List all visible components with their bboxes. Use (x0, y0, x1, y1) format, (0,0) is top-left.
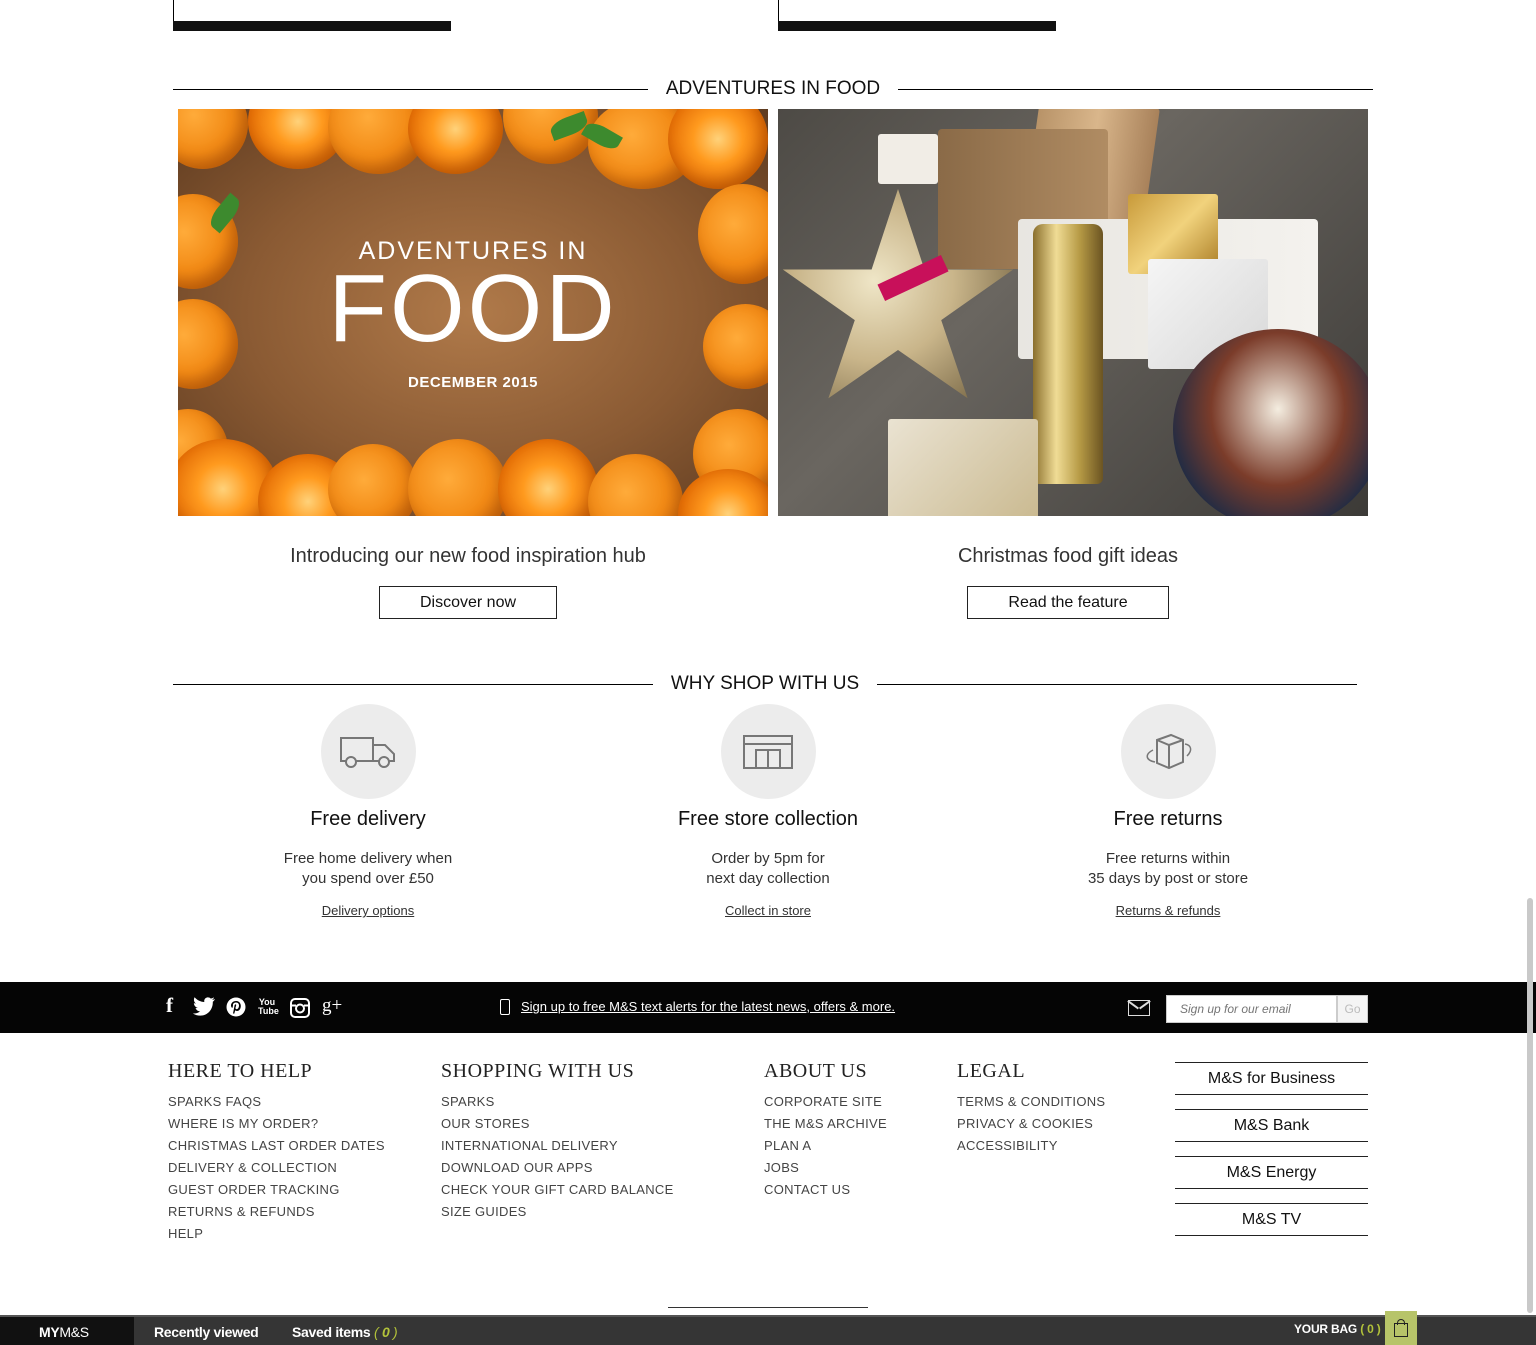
footer-link[interactable]: DELIVERY & COLLECTION (168, 1157, 385, 1179)
free-delivery-text: Free home delivery when you spend over £… (208, 849, 528, 889)
footer-link[interactable]: CONTACT US (764, 1179, 887, 1201)
free-returns-title: Free returns (1113, 808, 1223, 830)
footer-link[interactable]: WHERE IS MY ORDER? (168, 1113, 385, 1135)
hero-date: DECEMBER 2015 (408, 374, 538, 391)
youtube-icon[interactable]: You Tube (258, 998, 279, 1016)
bag-count: ( 0 ) (1357, 1322, 1381, 1336)
free-store-collection-text-line1: Order by 5pm for (711, 850, 825, 867)
free-returns-text: Free returns within 35 days by post or s… (1008, 849, 1328, 889)
footer-link[interactable]: SPARKS (441, 1091, 674, 1113)
christmas-food-gifts-image[interactable] (778, 109, 1368, 516)
store-icon (720, 704, 816, 799)
footer-col-legal: LEGAL TERMS & CONDITIONS PRIVACY & COOKI… (957, 1060, 1105, 1157)
footer-heading-legal: LEGAL (957, 1060, 1026, 1082)
discover-now-button[interactable]: Discover now (379, 586, 557, 619)
free-delivery-text-line1: Free home delivery when (283, 850, 453, 867)
free-returns-text-line2: 35 days by post or store (1087, 870, 1249, 887)
free-delivery-block: Free delivery Free home delivery when yo… (208, 704, 528, 920)
ms-energy-link[interactable]: M&S Energy (1175, 1156, 1368, 1189)
google-plus-icon[interactable]: g+ (322, 996, 342, 1016)
footer-col-here-to-help: HERE TO HELP SPARKS FAQS WHERE IS MY ORD… (168, 1060, 385, 1245)
instagram-icon[interactable] (290, 998, 310, 1023)
gift-ideas-caption: Christmas food gift ideas (957, 545, 1179, 567)
why-shop-section-heading: WHY SHOP WITH US (173, 673, 1357, 697)
saved-items-label: Saved items (292, 1324, 371, 1340)
footer-link[interactable]: THE M&S ARCHIVE (764, 1113, 887, 1135)
footer-col-shopping-with-us: SHOPPING WITH US SPARKS OUR STORES INTER… (441, 1060, 674, 1223)
recently-viewed-link[interactable]: Recently viewed (154, 1324, 259, 1340)
previous-promo-fragment-left (173, 0, 451, 31)
adventures-in-food-image[interactable]: ADVENTURES IN FOOD DECEMBER 2015 (178, 109, 768, 516)
footer-link[interactable]: HELP (168, 1223, 385, 1245)
envelope-icon (1128, 1000, 1150, 1016)
page-scrollbar[interactable] (1527, 898, 1533, 1313)
email-go-button[interactable]: Go (1337, 995, 1368, 1023)
adventures-heading-text: ADVENTURES IN FOOD (647, 78, 899, 99)
adventures-section-heading: ADVENTURES IN FOOD (173, 78, 1373, 102)
delivery-van-icon (320, 704, 416, 799)
footer-heading-about: ABOUT US (764, 1060, 868, 1082)
ms-tv-link[interactable]: M&S TV (1175, 1203, 1368, 1236)
returns-box-icon (1120, 704, 1216, 799)
my-ms-prefix: MY (39, 1324, 60, 1340)
shopping-bag-icon[interactable] (1385, 1311, 1417, 1345)
footer-link[interactable]: TERMS & CONDITIONS (957, 1091, 1105, 1113)
footer-link[interactable]: ACCESSIBILITY (957, 1135, 1105, 1157)
food-hub-caption: Introducing our new food inspiration hub (290, 545, 646, 567)
pinterest-icon[interactable] (226, 997, 246, 1022)
footer-link[interactable]: SIZE GUIDES (441, 1201, 674, 1223)
my-ms-button[interactable]: MYM&S (0, 1317, 134, 1345)
footer-link[interactable]: JOBS (764, 1157, 887, 1179)
free-delivery-text-line2: you spend over £50 (302, 870, 434, 887)
free-delivery-title: Free delivery (310, 808, 426, 830)
email-signup-input[interactable] (1166, 995, 1337, 1023)
footer-link[interactable]: GUEST ORDER TRACKING (168, 1179, 385, 1201)
footer-heading-help: HERE TO HELP (168, 1060, 313, 1082)
ms-bank-link[interactable]: M&S Bank (1175, 1109, 1368, 1142)
my-ms-brand: M&S (59, 1324, 89, 1340)
footer-link[interactable]: CHRISTMAS LAST ORDER DATES (168, 1135, 385, 1157)
why-shop-heading-text: WHY SHOP WITH US (652, 673, 878, 694)
hero-title-big: FOOD (328, 255, 618, 362)
free-returns-text-line1: Free returns within (1105, 850, 1231, 867)
returns-refunds-link[interactable]: Returns & refunds (1116, 903, 1221, 918)
mobile-phone-icon (500, 999, 510, 1015)
your-bag-link[interactable]: YOUR BAG ( 0 ) (1294, 1322, 1381, 1336)
footer-divider (668, 1307, 868, 1308)
free-returns-block: Free returns Free returns within 35 days… (1008, 704, 1328, 920)
ms-for-business-link[interactable]: M&S for Business (1175, 1062, 1368, 1095)
free-store-collection-title: Free store collection (677, 808, 859, 830)
footer-link[interactable]: PRIVACY & COOKIES (957, 1113, 1105, 1135)
sticky-bottom-bar: MYM&S Recently viewed Saved items ( 0 ) … (0, 1311, 1536, 1345)
sms-alerts-text: Sign up to free M&S text alerts for the … (521, 999, 896, 1014)
free-store-collection-text: Order by 5pm for next day collection (608, 849, 928, 889)
delivery-options-link[interactable]: Delivery options (322, 903, 415, 918)
footer-link[interactable]: SPARKS FAQS (168, 1091, 385, 1113)
twitter-icon[interactable] (192, 996, 216, 1021)
collect-in-store-link[interactable]: Collect in store (725, 903, 811, 918)
free-store-collection-block: Free store collection Order by 5pm for n… (608, 704, 928, 920)
sms-alerts-link[interactable]: Sign up to free M&S text alerts for the … (500, 999, 895, 1015)
footer-link[interactable]: CHECK YOUR GIFT CARD BALANCE (441, 1179, 674, 1201)
footer-link[interactable]: CORPORATE SITE (764, 1091, 887, 1113)
footer-col-about-us: ABOUT US CORPORATE SITE THE M&S ARCHIVE … (764, 1060, 887, 1201)
footer-link[interactable]: INTERNATIONAL DELIVERY (441, 1135, 674, 1157)
facebook-icon[interactable]: f (166, 995, 173, 1016)
saved-items-count: ( 0 ) (374, 1324, 398, 1340)
previous-promo-fragment-right (778, 0, 1056, 31)
read-the-feature-button[interactable]: Read the feature (967, 586, 1169, 619)
footer-link[interactable]: RETURNS & REFUNDS (168, 1201, 385, 1223)
footer-link[interactable]: OUR STORES (441, 1113, 674, 1135)
social-bar: f You Tube g+ Sign up to free M&S text a… (0, 982, 1536, 1033)
footer-link[interactable]: PLAN A (764, 1135, 887, 1157)
footer-heading-shopping: SHOPPING WITH US (441, 1060, 635, 1082)
your-bag-label: YOUR BAG (1294, 1322, 1358, 1336)
saved-items-link[interactable]: Saved items ( 0 ) (292, 1324, 398, 1340)
free-store-collection-text-line2: next day collection (706, 870, 830, 887)
footer-link[interactable]: DOWNLOAD OUR APPS (441, 1157, 674, 1179)
